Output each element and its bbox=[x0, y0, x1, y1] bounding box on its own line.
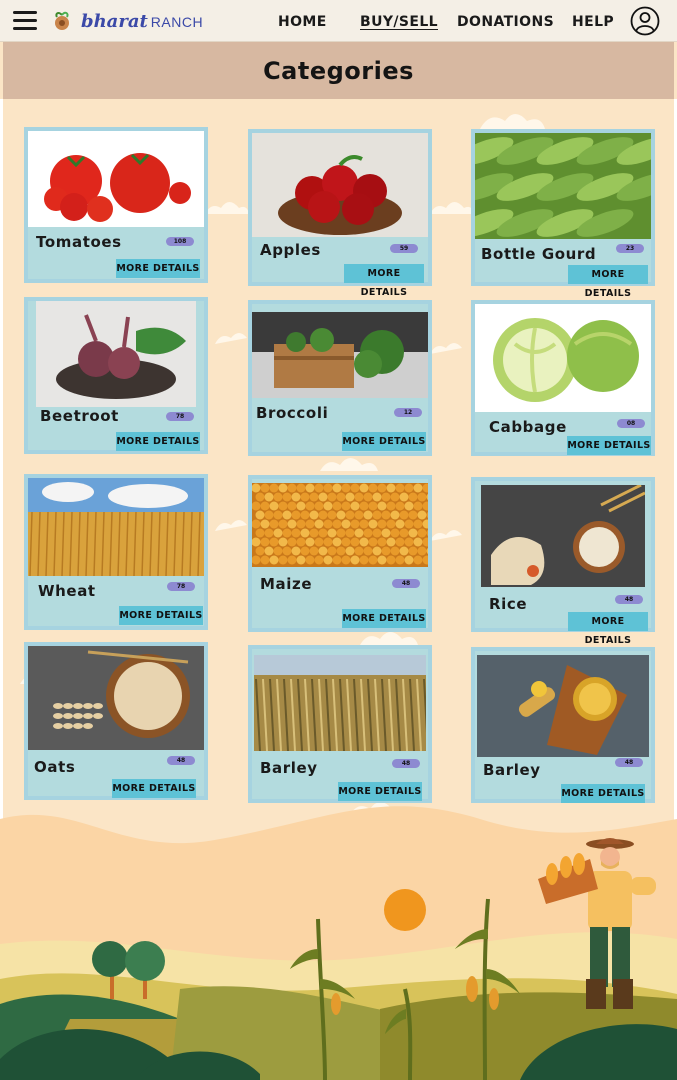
category-name: Tomatoes bbox=[36, 233, 122, 251]
more-details-button[interactable]: MORE DETAILS bbox=[119, 606, 203, 625]
cloud-decoration bbox=[215, 520, 247, 531]
category-card-rice[interactable]: Rice 48 MORE DETAILS bbox=[471, 477, 655, 646]
cabbage-image bbox=[475, 304, 651, 412]
category-card-wheat[interactable]: Wheat 78 MORE DETAILS bbox=[24, 474, 208, 630]
rice-image bbox=[481, 485, 645, 587]
count-badge: 48 bbox=[392, 759, 420, 768]
more-details-button[interactable]: MORE DETAILS bbox=[116, 432, 200, 451]
count-badge: 48 bbox=[615, 758, 643, 767]
cloud-decoration bbox=[430, 202, 474, 214]
nav-home[interactable]: HOME bbox=[278, 14, 327, 30]
category-card-tomatoes[interactable]: Tomatoes 108 MORE DETAILS bbox=[24, 127, 208, 283]
category-name: Wheat bbox=[38, 582, 96, 600]
user-account-icon[interactable] bbox=[630, 6, 660, 36]
logo[interactable]: bharat RANCH bbox=[81, 11, 203, 32]
count-badge: 23 bbox=[616, 244, 644, 253]
more-details-button[interactable]: MORE DETAILS bbox=[112, 779, 196, 798]
category-name: Bottle Gourd bbox=[481, 245, 597, 263]
category-card-barley[interactable]: Barley 48 MORE DETAILS bbox=[248, 645, 432, 803]
category-card-beetroot[interactable]: Beetroot 78 MORE DETAILS bbox=[24, 297, 208, 454]
logo-icon bbox=[55, 11, 69, 30]
cloud-decoration bbox=[430, 343, 462, 354]
apples-image bbox=[252, 133, 428, 237]
count-badge: 08 bbox=[617, 419, 645, 428]
barley-field-image bbox=[254, 655, 426, 751]
sun bbox=[384, 889, 426, 931]
category-name: Cabbage bbox=[489, 418, 567, 436]
category-name: Apples bbox=[260, 241, 321, 259]
beetroot-image bbox=[36, 301, 196, 407]
menu-icon[interactable] bbox=[13, 11, 37, 31]
count-badge: 59 bbox=[390, 244, 418, 253]
category-card-barley[interactable]: Barley 48 MORE DETAILS bbox=[471, 647, 655, 803]
categories-header: Categories bbox=[3, 42, 674, 99]
cloud-decoration bbox=[360, 632, 418, 645]
count-badge: 78 bbox=[166, 412, 194, 421]
more-details-button[interactable]: MORE DETAILS bbox=[342, 609, 426, 628]
category-name: Barley bbox=[260, 759, 318, 777]
cloud-decoration bbox=[480, 114, 545, 129]
category-card-bottle-gourd[interactable]: Bottle Gourd 23 MORE DETAILS bbox=[471, 129, 655, 299]
category-name: Beetroot bbox=[40, 407, 119, 425]
count-badge: 108 bbox=[166, 237, 194, 246]
category-name: Barley bbox=[483, 761, 541, 779]
wheat-image bbox=[28, 478, 204, 576]
broccoli-image bbox=[252, 312, 428, 398]
more-details-button[interactable]: MORE DETAILS bbox=[561, 784, 645, 803]
category-name: Oats bbox=[34, 758, 76, 776]
cloud-decoration bbox=[320, 458, 378, 471]
category-card-oats[interactable]: Oats 48 MORE DETAILS bbox=[24, 642, 208, 800]
nav-donations[interactable]: DONATIONS bbox=[457, 14, 554, 30]
category-name: Broccoli bbox=[256, 404, 329, 422]
cloud-decoration bbox=[430, 530, 462, 541]
more-details-button[interactable]: MORE DETAILS bbox=[567, 436, 651, 455]
tomatoes-image bbox=[28, 131, 204, 227]
logo-ranch: RANCH bbox=[150, 14, 204, 30]
count-badge: 48 bbox=[392, 579, 420, 588]
count-badge: 78 bbox=[167, 582, 195, 591]
more-details-button[interactable]: MORE DETAILS bbox=[568, 612, 648, 646]
count-badge: 48 bbox=[615, 595, 643, 604]
category-card-broccoli[interactable]: Broccoli 12 MORE DETAILS bbox=[248, 300, 432, 456]
category-name: Maize bbox=[260, 575, 313, 593]
cloud-decoration bbox=[205, 202, 249, 214]
more-details-button[interactable]: MORE DETAILS bbox=[342, 432, 426, 451]
more-details-button[interactable]: MORE DETAILS bbox=[116, 259, 200, 278]
more-details-button[interactable]: MORE DETAILS bbox=[568, 265, 648, 299]
category-card-maize[interactable]: Maize 48 MORE DETAILS bbox=[248, 475, 432, 632]
oats-image bbox=[28, 646, 204, 750]
nav-help[interactable]: HELP bbox=[572, 14, 614, 30]
category-card-apples[interactable]: Apples 59 MORE DETAILS bbox=[248, 129, 432, 298]
navbar: bharat RANCH HOME BUY/SELL DONATIONS HEL… bbox=[0, 0, 677, 42]
maize-image bbox=[252, 483, 428, 567]
barley-grain-image bbox=[477, 655, 649, 757]
nav-buy-sell[interactable]: BUY/SELL bbox=[360, 14, 438, 30]
logo-bharat: bharat bbox=[81, 11, 148, 32]
count-badge: 48 bbox=[167, 756, 195, 765]
category-card-cabbage[interactable]: Cabbage 08 MORE DETAILS bbox=[471, 300, 655, 456]
cloud-decoration bbox=[215, 333, 247, 344]
more-details-button[interactable]: MORE DETAILS bbox=[344, 264, 424, 298]
bottle-gourd-image bbox=[475, 133, 651, 239]
page-title: Categories bbox=[263, 56, 414, 85]
count-badge: 12 bbox=[394, 408, 422, 417]
category-name: Rice bbox=[489, 595, 528, 613]
more-details-button[interactable]: MORE DETAILS bbox=[338, 782, 422, 801]
